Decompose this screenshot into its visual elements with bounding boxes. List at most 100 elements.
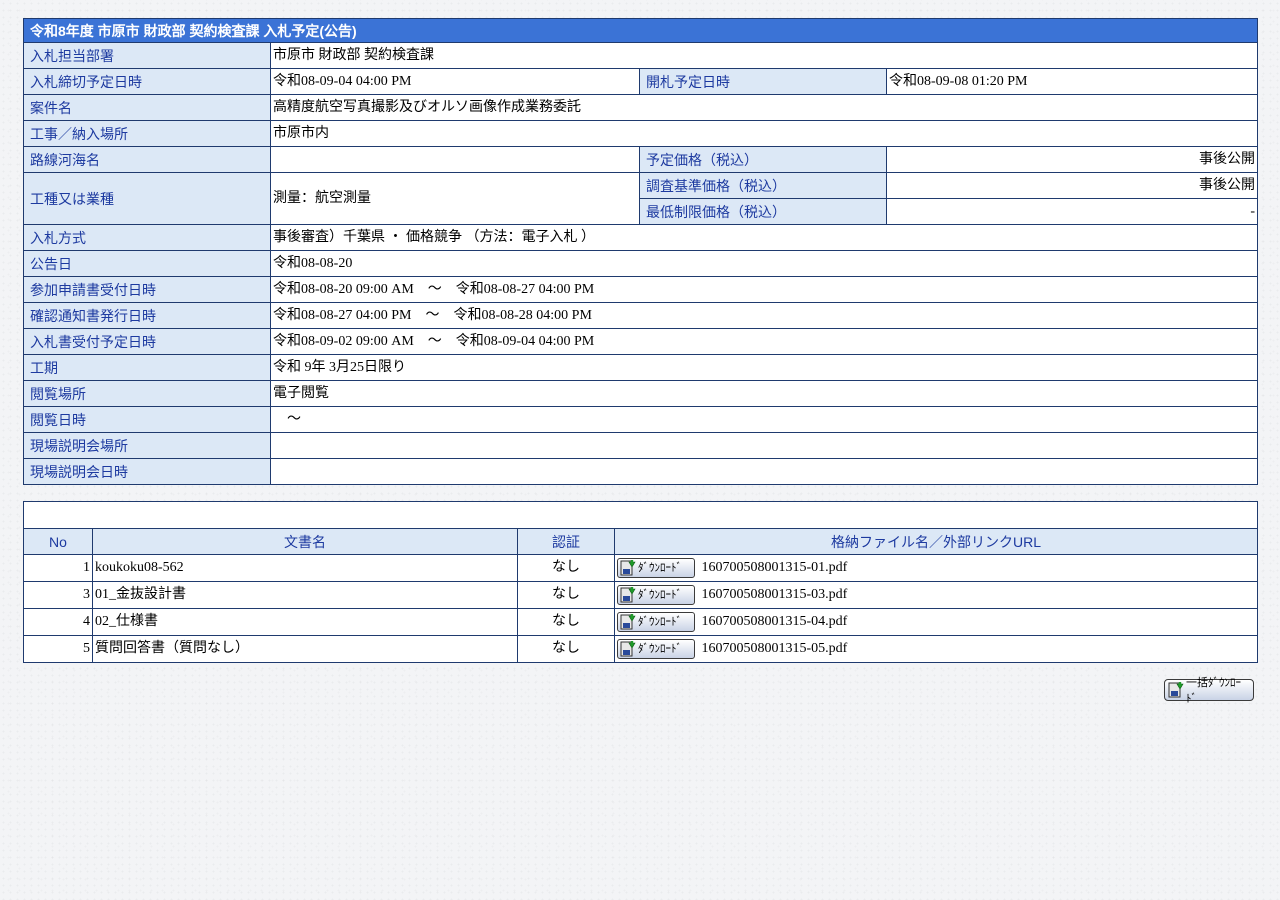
bulk-download-icon xyxy=(1168,682,1184,698)
bulk-download-label: 一括ﾀﾞｳﾝﾛｰﾄﾞ xyxy=(1186,676,1241,705)
value-work-type: 測量：航空測量 xyxy=(270,172,640,225)
file-name: 160700508001315-05.pdf xyxy=(701,641,848,656)
label-work-type: 工種又は業種 xyxy=(23,172,271,225)
value-bid-period: 令和08-09-02 09:00 AM ～ 令和08-09-04 04:00 P… xyxy=(269,328,1259,355)
bid-info-table: 令和8年度 市原市 財政部 契約検査課 入札予定(公告) 入札担当部署 市原市 … xyxy=(22,18,1259,485)
header-file: 格納ファイル名／外部リンクURL xyxy=(614,528,1258,555)
page-content: 令和8年度 市原市 財政部 契約検査課 入札予定(公告) 入札担当部署 市原市 … xyxy=(22,18,1259,705)
value-method: 事後審査）千葉県 ・ 価格競争 （方法：電子入札 ） xyxy=(269,224,1259,251)
label-case-name: 案件名 xyxy=(23,94,271,121)
label-view-place: 閲覧場所 xyxy=(23,380,271,407)
doc-no: 5 xyxy=(23,635,93,663)
label-confirm-period: 確認通知書発行日時 xyxy=(23,302,271,329)
file-name: 160700508001315-03.pdf xyxy=(701,587,848,602)
doc-cert: なし xyxy=(517,608,615,636)
label-opening: 開札予定日時 xyxy=(639,68,887,95)
label-min-price: 最低制限価格（税込） xyxy=(639,198,887,225)
docs-title-row: 説明文書等 xyxy=(23,501,1258,529)
download-button[interactable]: ﾀﾞｳﾝﾛｰﾄﾞ xyxy=(617,612,695,632)
value-location: 市原市内 xyxy=(269,120,1259,147)
table-row: 1 koukoku08-562 なし ﾀﾞｳﾝﾛｰﾄﾞ 160700508001… xyxy=(23,554,1258,582)
doc-file-cell: ﾀﾞｳﾝﾛｰﾄﾞ 160700508001315-03.pdf xyxy=(614,581,1258,609)
value-view-place: 電子閲覧 xyxy=(269,380,1259,407)
doc-file-cell: ﾀﾞｳﾝﾛｰﾄﾞ 160700508001315-05.pdf xyxy=(614,635,1258,663)
label-view-period: 閲覧日時 xyxy=(23,406,271,433)
table-row: 5 質問回答書（質問なし） なし ﾀﾞｳﾝﾛｰﾄﾞ 16070050800131… xyxy=(23,635,1258,663)
label-site-date: 現場説明会日時 xyxy=(23,458,271,485)
value-min-price: - xyxy=(885,198,1259,225)
row-location: 工事／納入場所 市原市内 xyxy=(23,120,1259,147)
docs-table: 説明文書等 No 文書名 認証 格納ファイル名／外部リンクURL 1 kouko… xyxy=(23,501,1258,663)
doc-no: 3 xyxy=(23,581,93,609)
value-notice-date: 令和08-08-20 xyxy=(269,250,1259,277)
download-label: ﾀﾞｳﾝﾛｰﾄﾞ xyxy=(638,642,682,655)
row-bid-period: 入札書受付予定日時 令和08-09-02 09:00 AM ～ 令和08-09-… xyxy=(23,328,1259,355)
row-work-type: 工種又は業種 測量：航空測量 調査基準価格（税込） 事後公開 xyxy=(23,172,1259,225)
row-case-name: 案件名 高精度航空写真撮影及びオルソ画像作成業務委託 xyxy=(23,94,1259,121)
download-icon xyxy=(620,614,636,630)
row-site-place: 現場説明会場所 xyxy=(23,432,1259,459)
value-apply-period: 令和08-08-20 09:00 AM ～ 令和08-08-27 04:00 P… xyxy=(269,276,1259,303)
label-survey-price: 調査基準価格（税込） xyxy=(639,172,887,199)
row-view-place: 閲覧場所 電子閲覧 xyxy=(23,380,1259,407)
header-no: No xyxy=(23,528,93,555)
doc-file-cell: ﾀﾞｳﾝﾛｰﾄﾞ 160700508001315-04.pdf xyxy=(614,608,1258,636)
header-cert: 認証 xyxy=(517,528,615,555)
download-button[interactable]: ﾀﾞｳﾝﾛｰﾄﾞ xyxy=(617,585,695,605)
doc-name: koukoku08-562 xyxy=(92,554,518,582)
download-icon xyxy=(620,587,636,603)
label-location: 工事／納入場所 xyxy=(23,120,271,147)
value-survey-price: 事後公開 xyxy=(885,172,1259,199)
doc-name: 質問回答書（質問なし） xyxy=(92,635,518,663)
row-apply-period: 参加申請書受付日時 令和08-08-20 09:00 AM ～ 令和08-08-… xyxy=(23,276,1259,303)
bid-info-title: 令和8年度 市原市 財政部 契約検査課 入札予定(公告) xyxy=(22,18,1259,43)
row-view-period: 閲覧日時 ～ xyxy=(23,406,1259,433)
label-route: 路線河海名 xyxy=(23,146,271,173)
table-row: 4 02_仕様書 なし ﾀﾞｳﾝﾛｰﾄﾞ 160700508001315-04.… xyxy=(23,608,1258,636)
value-case-name: 高精度航空写真撮影及びオルソ画像作成業務委託 xyxy=(269,94,1259,121)
value-opening: 令和08-09-08 01:20 PM xyxy=(885,68,1259,95)
value-confirm-period: 令和08-08-27 04:00 PM ～ 令和08-08-28 04:00 P… xyxy=(269,302,1259,329)
row-site-date: 現場説明会日時 xyxy=(23,458,1259,485)
value-site-place xyxy=(269,432,1259,459)
doc-no: 1 xyxy=(23,554,93,582)
download-icon xyxy=(620,560,636,576)
header-name: 文書名 xyxy=(92,528,518,555)
row-term: 工期 令和 9年 3月25日限り xyxy=(23,354,1259,381)
file-name: 160700508001315-04.pdf xyxy=(701,614,848,629)
value-view-period: ～ xyxy=(269,406,1259,433)
label-bid-period: 入札書受付予定日時 xyxy=(23,328,271,355)
doc-no: 4 xyxy=(23,608,93,636)
download-label: ﾀﾞｳﾝﾛｰﾄﾞ xyxy=(638,615,682,628)
label-notice-date: 公告日 xyxy=(23,250,271,277)
label-dept: 入札担当部署 xyxy=(23,42,271,69)
label-deadline: 入札締切予定日時 xyxy=(23,68,271,95)
row-deadline: 入札締切予定日時 令和08-09-04 04:00 PM 開札予定日時 令和08… xyxy=(23,68,1259,95)
download-label: ﾀﾞｳﾝﾛｰﾄﾞ xyxy=(638,561,682,574)
bid-info-title-row: 令和8年度 市原市 財政部 契約検査課 入札予定(公告) xyxy=(22,18,1259,43)
docs-title: 説明文書等 xyxy=(23,501,1258,529)
download-button[interactable]: ﾀﾞｳﾝﾛｰﾄﾞ xyxy=(617,558,695,578)
download-button[interactable]: ﾀﾞｳﾝﾛｰﾄﾞ xyxy=(617,639,695,659)
value-planned-price: 事後公開 xyxy=(885,146,1259,173)
download-label: ﾀﾞｳﾝﾛｰﾄﾞ xyxy=(638,588,682,601)
value-route xyxy=(270,146,640,173)
download-icon xyxy=(620,641,636,657)
value-dept: 市原市 財政部 契約検査課 xyxy=(269,42,1259,69)
bulk-download-button[interactable]: 一括ﾀﾞｳﾝﾛｰﾄﾞ xyxy=(1164,676,1254,705)
label-method: 入札方式 xyxy=(23,224,271,251)
value-deadline: 令和08-09-04 04:00 PM xyxy=(270,68,640,95)
doc-cert: なし xyxy=(517,581,615,609)
doc-file-cell: ﾀﾞｳﾝﾛｰﾄﾞ 160700508001315-01.pdf xyxy=(614,554,1258,582)
table-row: 3 01_金抜設計書 なし ﾀﾞｳﾝﾛｰﾄﾞ 160700508001315-0… xyxy=(23,581,1258,609)
doc-name: 01_金抜設計書 xyxy=(92,581,518,609)
label-site-place: 現場説明会場所 xyxy=(23,432,271,459)
value-term: 令和 9年 3月25日限り xyxy=(269,354,1259,381)
row-confirm-period: 確認通知書発行日時 令和08-08-27 04:00 PM ～ 令和08-08-… xyxy=(23,302,1259,329)
docs-header-row: No 文書名 認証 格納ファイル名／外部リンクURL xyxy=(23,528,1258,555)
row-method: 入札方式 事後審査）千葉県 ・ 価格競争 （方法：電子入札 ） xyxy=(23,224,1259,251)
file-name: 160700508001315-01.pdf xyxy=(701,560,848,575)
value-site-date xyxy=(269,458,1259,485)
row-dept: 入札担当部署 市原市 財政部 契約検査課 xyxy=(23,42,1259,69)
doc-name: 02_仕様書 xyxy=(92,608,518,636)
